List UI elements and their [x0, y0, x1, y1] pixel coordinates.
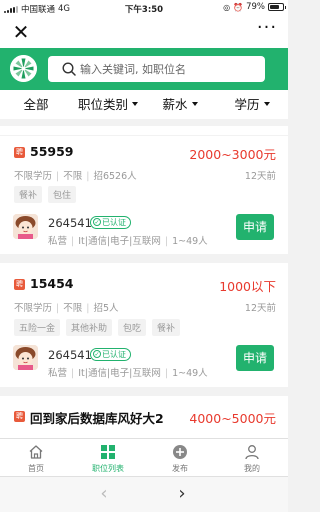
status-right: ◎ ⏰ 79%	[223, 2, 286, 12]
company-ownership: 私营	[48, 236, 68, 247]
company-name: 264541	[48, 348, 92, 362]
user-icon	[245, 445, 259, 460]
tab-profile[interactable]: 我的	[216, 439, 288, 476]
company-meta: 私营 | It|通信|电子|互联网 | 1~49人	[48, 368, 208, 379]
job-perks: 餐补 包住	[14, 186, 77, 203]
perk-tag: 包吃	[118, 319, 147, 336]
job-card[interactable]: 聘 15454 1000以下 不限学历 | 不限 | 招5人 12天前 五险一金 其他补…	[0, 263, 288, 387]
tab-label: 我的	[244, 464, 260, 473]
filter-salary[interactable]: 薪水	[144, 90, 216, 119]
filter-label: 职位类别	[77, 97, 128, 112]
company-avatar	[13, 214, 38, 239]
job-title: 55959	[30, 144, 74, 159]
perk-tag: 包住	[48, 186, 77, 203]
battery-icon	[268, 3, 286, 11]
battery-fill	[270, 5, 280, 9]
search-header	[0, 48, 288, 90]
company-industry: It|通信|电子|互联网	[78, 236, 161, 247]
back-arrow-icon[interactable]: ‹	[92, 483, 116, 507]
perk-tag: 其他补助	[66, 319, 113, 336]
job-headcount: 招5人	[93, 303, 119, 314]
company-avatar	[13, 345, 38, 370]
filter-bar: 全部 职位类别 薪水 学历	[0, 90, 288, 119]
perk-tag: 五险一金	[14, 319, 61, 336]
plus-circle-icon	[173, 445, 187, 459]
job-salary: 4000~5000元	[189, 411, 276, 426]
job-education: 不限学历	[14, 303, 53, 314]
battery-percent: 79%	[246, 2, 265, 12]
filter-all[interactable]: 全部	[0, 90, 72, 119]
forward-arrow-icon[interactable]: ›	[170, 483, 194, 507]
filter-label: 全部	[23, 97, 49, 112]
search-box[interactable]	[48, 56, 265, 82]
tab-label: 首页	[28, 464, 44, 473]
grid-icon	[101, 445, 115, 459]
job-experience: 不限	[63, 303, 83, 314]
app-logo	[10, 55, 37, 82]
caret-down-icon	[191, 101, 198, 106]
job-salary: 1000以下	[219, 279, 276, 294]
location-icon: ◎	[223, 2, 231, 12]
tab-job-list[interactable]: 职位列表	[72, 439, 144, 476]
browser-toolbar: ‹ ›	[0, 476, 288, 512]
job-requirements: 不限学历 | 不限 | 招6526人	[14, 171, 137, 182]
apply-button[interactable]: 申请	[236, 345, 274, 371]
apply-button[interactable]: 申请	[236, 214, 274, 240]
company-size: 1~49人	[172, 236, 208, 247]
filter-education[interactable]: 学历	[216, 90, 288, 119]
more-icon[interactable]: ···	[256, 19, 278, 43]
filter-label: 薪水	[162, 97, 188, 112]
caret-down-icon	[132, 101, 138, 106]
caret-down-icon	[263, 101, 270, 106]
alarm-icon: ⏰	[233, 2, 244, 12]
job-posted: 12天前	[244, 303, 276, 314]
nav-bar: ✕ ···	[0, 16, 288, 48]
verified-label: 已认证	[102, 218, 126, 227]
pinwheel-icon	[10, 55, 37, 82]
tab-label: 职位列表	[92, 464, 124, 473]
verified-badge: ✓ 已认证	[90, 348, 131, 361]
cartoon-avatar-icon	[13, 214, 38, 239]
status-bar: 中国联通 4G 下午3:50 ◎ ⏰ 79%	[0, 0, 288, 16]
perk-tag: 餐补	[152, 319, 181, 336]
job-perks: 五险一金 其他补助 包吃 餐补	[14, 319, 181, 336]
hiring-badge-icon: 聘	[14, 411, 25, 422]
bottom-tab-bar: 首页 职位列表 发布 我的	[0, 438, 288, 476]
search-icon	[62, 62, 76, 76]
job-salary: 2000~3000元	[189, 147, 276, 162]
job-requirements: 不限学历 | 不限 | 招5人	[14, 303, 119, 314]
check-icon: ✓	[93, 217, 101, 226]
search-input[interactable]	[80, 59, 260, 79]
job-headcount: 招6526人	[93, 171, 137, 182]
job-card-partial	[0, 126, 288, 135]
filter-label: 学历	[234, 97, 260, 112]
verified-label: 已认证	[102, 350, 126, 359]
home-icon	[29, 445, 43, 459]
tab-label: 发布	[172, 464, 188, 473]
job-title: 15454	[30, 276, 74, 291]
filter-category[interactable]: 职位类别	[72, 90, 144, 119]
verified-badge: ✓ 已认证	[90, 216, 131, 229]
company-industry: It|通信|电子|互联网	[78, 368, 161, 379]
close-icon[interactable]: ✕	[10, 21, 32, 43]
check-icon: ✓	[93, 349, 101, 358]
job-education: 不限学历	[14, 171, 53, 182]
tab-publish[interactable]: 发布	[144, 439, 216, 476]
job-card[interactable]: 聘 55959 2000~3000元 不限学历 | 不限 | 招6526人 12天前 餐…	[0, 136, 288, 254]
job-title: 回到家后数据库风好大2	[30, 411, 164, 426]
company-ownership: 私营	[48, 368, 68, 379]
cartoon-avatar-icon	[13, 345, 38, 370]
company-size: 1~49人	[172, 368, 208, 379]
company-meta: 私营 | It|通信|电子|互联网 | 1~49人	[48, 236, 208, 247]
job-experience: 不限	[63, 171, 83, 182]
job-card[interactable]: 聘 回到家后数据库风好大2 4000~5000元	[0, 396, 288, 438]
tab-home[interactable]: 首页	[0, 439, 72, 476]
perk-tag: 餐补	[14, 186, 43, 203]
hiring-badge-icon: 聘	[14, 147, 25, 158]
job-posted: 12天前	[244, 171, 276, 182]
hiring-badge-icon: 聘	[14, 279, 25, 290]
company-name: 264541	[48, 216, 92, 230]
